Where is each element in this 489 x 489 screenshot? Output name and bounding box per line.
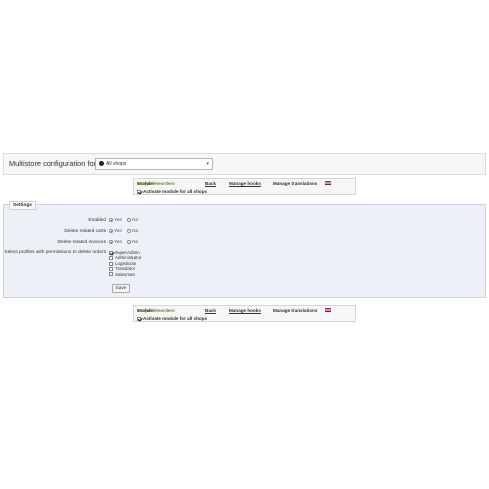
profile-salesman[interactable]: Salesman [109,272,142,277]
manage-translations-label: Manage translations [273,181,318,186]
enabled-no[interactable]: No [127,218,138,223]
shop-select-value: All shops [106,161,127,167]
module-name: easydeleteorders [137,308,175,313]
manage-hooks-link[interactable]: Manage hooks [229,181,261,186]
module-name: easydeleteorders [137,181,175,186]
save-button[interactable]: Save [112,284,130,293]
module-toolbar-top: Module easydeleteorders Back Manage hook… [133,178,356,195]
module-toolbar-bottom: Module easydeleteorders Back Manage hook… [133,305,356,322]
delete-invoices-label: Delete related invoices [57,240,106,245]
shop-select[interactable]: All shops ▾ [95,158,213,170]
flag-en-icon[interactable] [325,181,331,185]
delete-carts-no[interactable]: No [127,229,138,234]
activate-label: Activate module for all shops [143,189,208,194]
enabled-radio-group: Yes No [109,218,142,223]
profiles-label: Select profiles with permissions to dele… [4,250,106,255]
profiles-checklist: SuperAdmin Administrator Logistician Tra… [109,250,142,277]
back-link[interactable]: Back [205,308,216,313]
delete-invoices-yes[interactable]: Yes [109,240,122,245]
settings-panel: Settings Enabled Yes No Delete related c… [3,201,486,298]
back-link[interactable]: Back [205,181,216,186]
shop-icon [99,161,104,167]
delete-invoices-no[interactable]: No [127,240,138,245]
delete-invoices-radio-group: Yes No [109,240,142,245]
delete-carts-label: Delete related carts [64,229,106,234]
chevron-down-icon: ▾ [206,161,209,167]
delete-carts-yes[interactable]: Yes [109,229,122,234]
activate-label: Activate module for all shops [143,316,208,321]
manage-hooks-link[interactable]: Manage hooks [229,308,261,313]
flag-en-icon[interactable] [325,308,331,312]
activate-all-shops[interactable]: Activate module for all shops [137,189,207,194]
enabled-label: Enabled [88,218,106,223]
settings-legend: Settings [9,201,36,210]
multistore-label: Multistore configuration for [9,159,97,168]
delete-carts-radio-group: Yes No [109,229,142,234]
activate-all-shops[interactable]: Activate module for all shops [137,316,207,321]
multistore-bar: Multistore configuration for All shops ▾ [3,153,486,175]
enabled-yes[interactable]: Yes [109,218,122,223]
activate-checkbox[interactable] [137,189,141,194]
manage-translations-label: Manage translations [273,308,318,313]
activate-checkbox[interactable] [137,316,141,321]
